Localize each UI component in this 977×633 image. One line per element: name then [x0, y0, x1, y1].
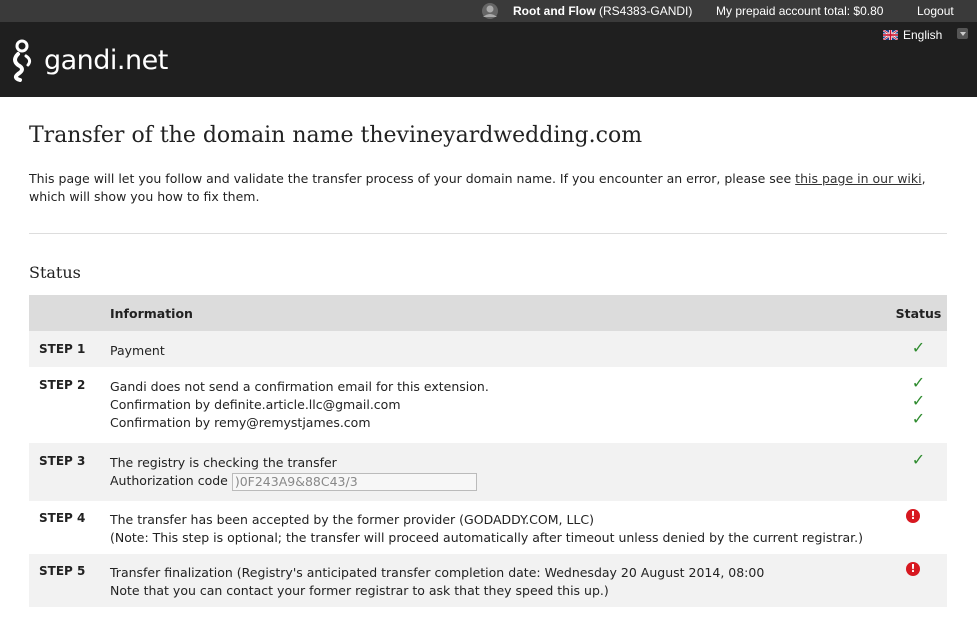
top-bar: Root and Flow (RS4383-GANDI) My prepaid …: [0, 0, 977, 22]
chevron-down-icon[interactable]: [957, 28, 968, 39]
error-icon: !: [906, 562, 920, 576]
step-line: Confirmation by definite.article.llc@gma…: [110, 397, 401, 412]
step-label: STEP 5: [29, 554, 110, 607]
wiki-link[interactable]: this page in our wiki: [795, 171, 921, 186]
step-line: The registry is checking the transfer: [110, 455, 337, 470]
step-label: STEP 3: [29, 443, 110, 501]
site-header: gandi.net English: [0, 22, 977, 97]
step-line: The transfer has been accepted by the fo…: [110, 512, 594, 527]
gandi-logo[interactable]: gandi.net: [8, 38, 168, 82]
error-icon: !: [906, 509, 920, 523]
account-handle: (RS4383-GANDI): [599, 4, 693, 18]
check-icon: ✓: [911, 373, 926, 392]
check-icon: ✓: [911, 338, 926, 357]
step-line: Note that you can contact your former re…: [110, 583, 609, 598]
check-icon: ✓: [911, 409, 926, 428]
table-row: STEP 5 Transfer finalization (Registry's…: [29, 554, 947, 607]
main-content: Transfer of the domain name thevineyardw…: [0, 97, 977, 633]
logo-text: gandi.net: [44, 44, 168, 76]
intro-text: This page will let you follow and valida…: [29, 171, 926, 204]
uk-flag-icon: [883, 30, 898, 40]
table-row: STEP 3 The registry is checking the tran…: [29, 443, 947, 501]
step-line: (Note: This step is optional; the transf…: [110, 530, 863, 545]
page-title: Transfer of the domain name thevineyardw…: [29, 123, 643, 148]
table-row: STEP 4 The transfer has been accepted by…: [29, 501, 947, 554]
step-line: Confirmation by remy@remystjames.com: [110, 415, 371, 430]
auth-code-field[interactable]: [231, 472, 477, 491]
step-line: Transfer finalization (Registry's antici…: [110, 565, 765, 580]
transfer-status-table: Information Status STEP 1 Payment ✓ STEP…: [29, 295, 947, 607]
step-label: STEP 4: [29, 501, 110, 554]
account-name[interactable]: Root and Flow (RS4383-GANDI): [513, 4, 692, 18]
status-heading: Status: [29, 263, 81, 282]
divider: [29, 233, 947, 234]
table-row: STEP 2 Gandi does not send a confirmatio…: [29, 367, 947, 443]
check-icon: ✓: [911, 450, 926, 469]
table-row: STEP 1 Payment ✓: [29, 331, 947, 367]
account-icon: [482, 3, 498, 19]
gandi-logo-icon: [13, 39, 32, 82]
auth-code-label: Authorization code: [110, 473, 228, 488]
logout-link[interactable]: Logout: [917, 4, 954, 18]
check-icon: ✓: [911, 391, 926, 410]
header-information: Information: [110, 295, 890, 331]
header-status: Status: [890, 295, 947, 331]
step-label: STEP 2: [29, 367, 110, 443]
step-line: Gandi does not send a confirmation email…: [110, 379, 489, 394]
step-label: STEP 1: [29, 331, 110, 367]
header-step: [29, 295, 110, 331]
language-label: English: [903, 28, 943, 42]
prepaid-balance[interactable]: My prepaid account total: $0.80: [716, 4, 883, 18]
step-line: Payment: [110, 343, 165, 358]
language-selector[interactable]: English: [883, 28, 968, 42]
